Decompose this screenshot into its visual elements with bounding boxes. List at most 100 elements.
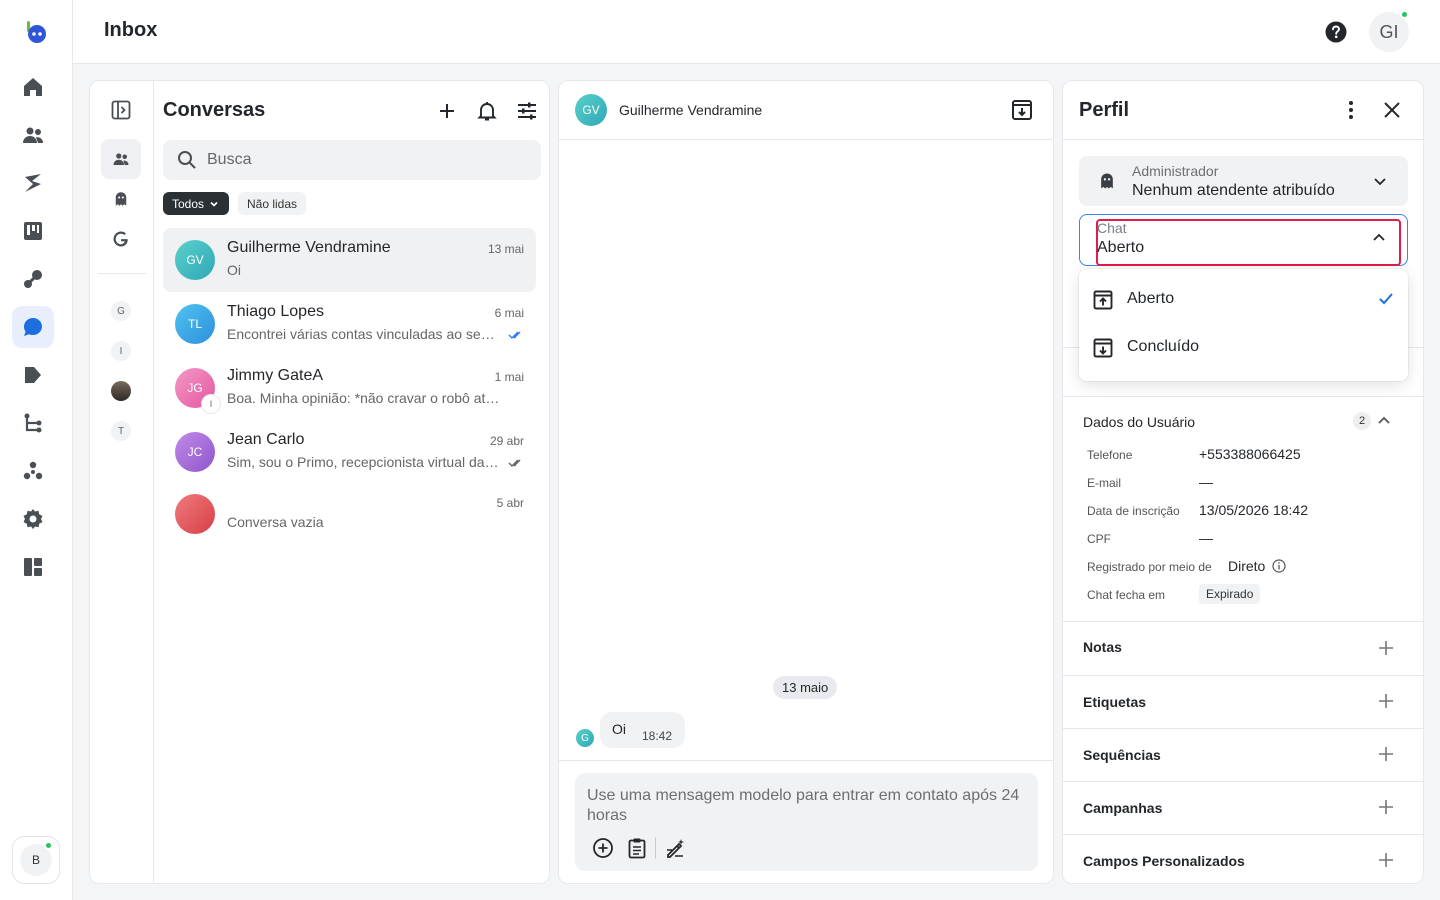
add-tag-icon[interactable] (1378, 693, 1394, 709)
info-icon[interactable] (1272, 559, 1286, 573)
email-value[interactable]: — (1199, 474, 1213, 490)
phone-value[interactable]: +553388066425 (1199, 446, 1301, 462)
chat-icon[interactable] (12, 306, 54, 348)
help-icon[interactable] (1325, 21, 1347, 43)
agent-select-value: Nenhum atendente atribuído (1132, 182, 1335, 199)
channel-i-badge[interactable]: I (111, 341, 131, 361)
notifications-bell-icon[interactable] (475, 99, 499, 123)
notes-section-title[interactable]: Notas (1083, 639, 1122, 655)
filter-all-dropdown[interactable]: Todos (163, 192, 230, 215)
flow-icon[interactable] (12, 402, 54, 444)
email-key: E-mail (1087, 476, 1122, 490)
chat-closes-key: Chat fecha em (1087, 588, 1166, 602)
channel-g-badge[interactable]: G (111, 301, 131, 321)
automation-icon[interactable] (12, 162, 54, 204)
template-clipboard-icon[interactable] (626, 837, 648, 859)
conversation-item[interactable]: JC Jean Carlo 29 abr Sim, sou o Primo, r… (163, 420, 536, 484)
user-data-section-title[interactable]: Dados do Usuário (1083, 414, 1195, 430)
conversation-item[interactable]: TL Thiago Lopes 6 mai Encontrei várias c… (163, 292, 536, 356)
more-options-icon[interactable] (1341, 99, 1361, 121)
google-channel-icon[interactable] (101, 219, 141, 259)
all-agents-icon[interactable] (101, 139, 141, 179)
page-title: Inbox (104, 19, 158, 41)
add-circle-icon[interactable] (592, 837, 614, 859)
message-composer[interactable]: Use uma mensagem modelo para entrar em c… (575, 773, 1038, 871)
conversation-item[interactable]: 5 abr Conversa vazia (163, 482, 536, 546)
kanban-icon[interactable] (12, 210, 54, 252)
agent-assign-select[interactable]: Administrador Nenhum atendente atribuído (1079, 156, 1408, 206)
custom-fields-section-title[interactable]: Campos Personalizados (1083, 853, 1245, 869)
team-icon[interactable] (12, 450, 54, 492)
add-note-icon[interactable] (1378, 640, 1394, 656)
profile-panel: Perfil Administrador Nenhum atendente at… (1062, 80, 1424, 884)
conversation-preview: Sim, sou o Primo, recepcionista virtual … (227, 454, 502, 470)
agent-select-label: Administrador (1132, 163, 1219, 179)
chat-status-label: Chat (1097, 220, 1127, 236)
date-divider: 13 maio (773, 676, 838, 699)
status-option-aberto[interactable]: Aberto (1079, 276, 1408, 324)
workspace-avatar[interactable]: B (12, 836, 60, 884)
top-bar: Inbox GI (73, 0, 1440, 64)
delivered-double-check-icon (508, 458, 524, 468)
profile-divider (1063, 621, 1423, 622)
chevron-up-icon[interactable] (1376, 413, 1392, 429)
ai-write-icon[interactable] (664, 837, 686, 859)
status-option-label: Aberto (1127, 290, 1175, 307)
channel-t-badge[interactable]: T (111, 421, 131, 441)
contact-avatar[interactable]: GV (575, 94, 607, 126)
profile-divider (1063, 675, 1423, 676)
conversation-date: 5 abr (496, 496, 524, 510)
conversation-avatar: JC (175, 432, 215, 472)
sequences-section-title[interactable]: Sequências (1083, 747, 1161, 763)
archive-icon[interactable] (1011, 99, 1033, 121)
channel-badge: I (201, 394, 221, 414)
integrations-icon[interactable] (12, 258, 54, 300)
dashboard-icon[interactable] (12, 546, 54, 588)
message-time: 18:42 (642, 729, 673, 743)
cpf-value[interactable]: — (1199, 530, 1213, 546)
conversation-preview: Conversa vazia (227, 514, 324, 530)
tags-section-title[interactable]: Etiquetas (1083, 694, 1146, 710)
add-campaign-icon[interactable] (1378, 799, 1394, 815)
filter-all-label: Todos (172, 196, 205, 211)
add-custom-field-icon[interactable] (1378, 852, 1394, 868)
conversation-name: Guilherme Vendramine (227, 239, 391, 256)
status-option-concluido[interactable]: Concluído (1079, 324, 1408, 372)
subrail-divider (98, 273, 146, 274)
composer-placeholder: Use uma mensagem modelo para entrar em c… (587, 787, 1020, 824)
chevron-down-icon (1372, 173, 1388, 189)
search-input[interactable] (207, 140, 527, 180)
contact-name[interactable]: Guilherme Vendramine (619, 102, 762, 118)
message-bubble[interactable]: Oi 18:42 (600, 712, 685, 748)
unassigned-ghost-icon[interactable] (101, 179, 141, 219)
filter-unread-chip[interactable]: Não lidas (238, 192, 307, 215)
conversation-avatar: GV (175, 240, 215, 280)
close-icon[interactable] (1381, 99, 1403, 121)
chat-panel: GV Guilherme Vendramine 13 maio G Oi 18:… (558, 80, 1054, 884)
home-icon[interactable] (12, 66, 54, 108)
signup-date-value: 13/05/2026 18:42 (1199, 502, 1308, 518)
registered-via-value: Direto (1228, 558, 1266, 574)
collapse-sidebar-icon[interactable] (101, 90, 141, 130)
chat-closes-badge: Expirado (1199, 584, 1261, 604)
filters-sliders-icon[interactable] (515, 99, 539, 123)
composer-tool-divider (655, 837, 656, 859)
new-conversation-icon[interactable] (435, 99, 459, 123)
conversations-title: Conversas (163, 99, 266, 121)
settings-icon[interactable] (12, 498, 54, 540)
contacts-icon[interactable] (12, 114, 54, 156)
broadcast-icon[interactable] (12, 354, 54, 396)
conversation-item[interactable]: JG I Jimmy GateA 1 mai Boa. Minha opiniã… (163, 356, 536, 420)
campaigns-section-title[interactable]: Campanhas (1083, 800, 1162, 816)
profile-divider (1063, 396, 1423, 397)
search-icon (177, 150, 197, 170)
add-sequence-icon[interactable] (1378, 746, 1394, 762)
user-online-dot (1400, 10, 1409, 19)
agent-photo-avatar[interactable] (111, 381, 131, 401)
checkmark-icon (1378, 292, 1394, 306)
inbox-filter-rail: G I T (90, 81, 154, 883)
app-logo-icon[interactable] (24, 20, 48, 44)
conversation-item[interactable]: GV Guilherme Vendramine 13 mai Oi (163, 228, 536, 292)
chat-status-select[interactable]: Chat Aberto (1079, 214, 1408, 266)
conversation-date: 13 mai (487, 242, 524, 256)
